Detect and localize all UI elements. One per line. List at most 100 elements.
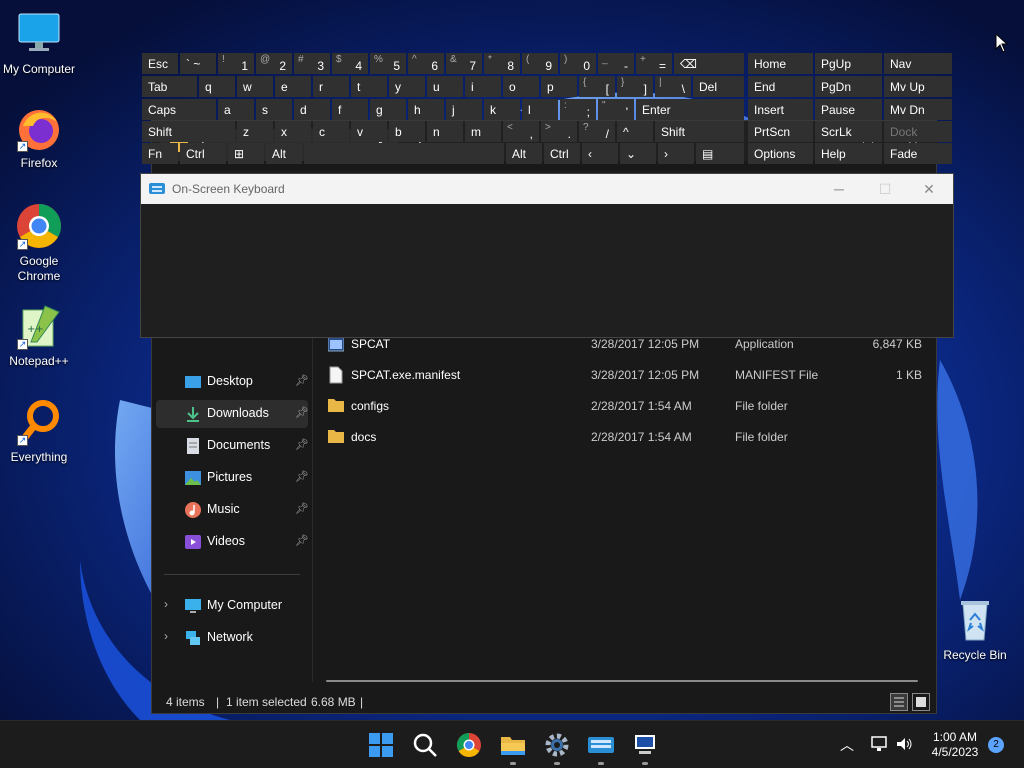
osk-nav-key[interactable]: Mv Dn	[884, 99, 952, 120]
pin-icon[interactable]: 📌︎	[295, 374, 309, 387]
osk-nav-key[interactable]: Insert	[748, 99, 813, 120]
osk-key[interactable]: ⌄	[620, 143, 656, 164]
osk-key[interactable]: Alt	[266, 143, 302, 164]
taskbar-clock[interactable]: 1:00 AM 4/5/2023	[925, 730, 985, 760]
osk-key[interactable]: ? /	[579, 121, 615, 142]
osk-nav-key[interactable]: Mv Up	[884, 76, 952, 97]
pin-icon[interactable]: 📌︎	[295, 534, 309, 547]
osk-key[interactable]: " '	[598, 99, 634, 120]
pane-divider[interactable]	[312, 337, 313, 682]
osk-key[interactable]: y	[389, 76, 425, 97]
osk-key[interactable]: ` ~	[180, 53, 216, 74]
pin-icon[interactable]: 📌︎	[295, 438, 309, 451]
osk-nav-key[interactable]: PrtScn	[748, 121, 813, 142]
chevron-right-icon[interactable]: ›	[164, 597, 168, 611]
chevron-right-icon[interactable]: ›	[164, 629, 168, 643]
osk-key[interactable]: >.	[541, 121, 577, 142]
osk-key[interactable]: b	[389, 121, 425, 142]
osk-nav-key[interactable]: Fade	[884, 143, 952, 164]
osk-key[interactable]: }]	[617, 76, 653, 97]
osk-key[interactable]: _ -	[598, 53, 634, 74]
osk-minimize-button[interactable]: ─	[819, 177, 859, 201]
file-explorer-icon[interactable]	[499, 731, 527, 759]
chrome-icon[interactable]	[455, 731, 483, 759]
osk-maximize-button[interactable]: ☐	[865, 177, 905, 201]
osk-key[interactable]: w	[237, 76, 273, 97]
nav-item-network[interactable]: › Network	[156, 624, 308, 652]
start-icon[interactable]	[367, 731, 395, 759]
osk-key[interactable]: Esc	[142, 53, 178, 74]
nav-item-music[interactable]: Music 📌︎	[156, 496, 309, 524]
osk-key[interactable]: r	[313, 76, 349, 97]
osk-key[interactable]: o	[503, 76, 539, 97]
osk-key[interactable]: h	[408, 99, 444, 120]
volume-icon[interactable]	[895, 735, 913, 756]
notification-badge[interactable]: 2	[988, 737, 1004, 753]
osk-key[interactable]: & 7	[446, 53, 482, 74]
osk-key[interactable]: ! 1	[218, 53, 254, 74]
osk-key[interactable]: x	[275, 121, 311, 142]
osk-key[interactable]: n	[427, 121, 463, 142]
osk-key[interactable]: % 5	[370, 53, 406, 74]
remote-desktop-icon[interactable]	[631, 731, 659, 759]
osk-nav-key[interactable]: End	[748, 76, 813, 97]
osk-key[interactable]: d	[294, 99, 330, 120]
osk-key[interactable]: p	[541, 76, 577, 97]
on-screen-keyboard-window[interactable]: On-Screen Keyboard ─ ☐ ✕ Esc ` ~! 1 @2 #3 $4%…	[140, 53, 954, 338]
osk-key[interactable]: e	[275, 76, 311, 97]
osk-key[interactable]: v	[351, 121, 387, 142]
osk-key[interactable]: g	[370, 99, 406, 120]
osk-key[interactable]: j	[446, 99, 482, 120]
tiles-view-button[interactable]	[912, 693, 930, 711]
osk-key[interactable]: ▤	[696, 143, 744, 164]
osk-key[interactable]: a	[218, 99, 254, 120]
osk-nav-key[interactable]: ScrLk	[815, 121, 882, 142]
on-screen-keyboard-icon[interactable]	[587, 731, 615, 759]
osk-key[interactable]: l	[522, 99, 558, 120]
network-status-icon[interactable]	[871, 735, 889, 756]
osk-key[interactable]: z	[237, 121, 273, 142]
desktop-icon-firefox[interactable]: ↗ Firefox	[0, 104, 78, 171]
pin-icon[interactable]: 📌︎	[295, 406, 309, 419]
osk-nav-key[interactable]: Nav	[884, 53, 952, 74]
nav-item-my-computer[interactable]: › My Computer	[156, 592, 308, 620]
search-icon[interactable]	[411, 731, 439, 759]
osk-key[interactable]: * 8	[484, 53, 520, 74]
pin-icon[interactable]: 📌︎	[295, 502, 309, 515]
osk-key[interactable]: ‹	[582, 143, 618, 164]
settings-icon[interactable]	[543, 731, 571, 759]
osk-key[interactable]: :;	[560, 99, 596, 120]
osk-key[interactable]: Shift	[655, 121, 744, 142]
osk-key[interactable]: #3	[294, 53, 330, 74]
osk-key[interactable]: | \	[655, 76, 691, 97]
osk-key[interactable]: ›	[658, 143, 694, 164]
pin-icon[interactable]: 📌︎	[295, 470, 309, 483]
osk-key[interactable]: Alt	[506, 143, 542, 164]
osk-key[interactable]: Tab	[142, 76, 197, 97]
nav-item-pictures[interactable]: Pictures 📌︎	[156, 464, 309, 492]
nav-item-downloads[interactable]: Downloads 📌︎	[156, 400, 309, 428]
osk-key[interactable]: ^	[617, 121, 653, 142]
osk-key[interactable]: {[	[579, 76, 615, 97]
osk-key[interactable]: f	[332, 99, 368, 120]
osk-nav-key[interactable]: Home	[748, 53, 813, 74]
osk-key[interactable]: u	[427, 76, 463, 97]
osk-key[interactable]: Enter	[636, 99, 744, 120]
osk-key[interactable]: i	[465, 76, 501, 97]
osk-key[interactable]: $4	[332, 53, 368, 74]
osk-title-bar[interactable]: On-Screen Keyboard ─ ☐ ✕	[141, 174, 953, 204]
osk-nav-key[interactable]: PgDn	[815, 76, 882, 97]
osk-key[interactable]: c	[313, 121, 349, 142]
osk-key[interactable]: Ctrl	[180, 143, 226, 164]
osk-nav-key[interactable]: Options	[748, 143, 813, 164]
osk-key[interactable]: t	[351, 76, 387, 97]
osk-key[interactable]: <,	[503, 121, 539, 142]
osk-key[interactable]: Ctrl	[544, 143, 580, 164]
osk-key[interactable]: Fn	[142, 143, 178, 164]
osk-key[interactable]: (9	[522, 53, 558, 74]
horizontal-scrollbar[interactable]	[326, 680, 918, 682]
nav-item-documents[interactable]: Documents 📌︎	[156, 432, 309, 460]
osk-close-button[interactable]: ✕	[909, 177, 949, 201]
file-row[interactable]: docs 2/28/2017 1:54 AM File folder	[320, 423, 926, 451]
osk-key[interactable]: s	[256, 99, 292, 120]
